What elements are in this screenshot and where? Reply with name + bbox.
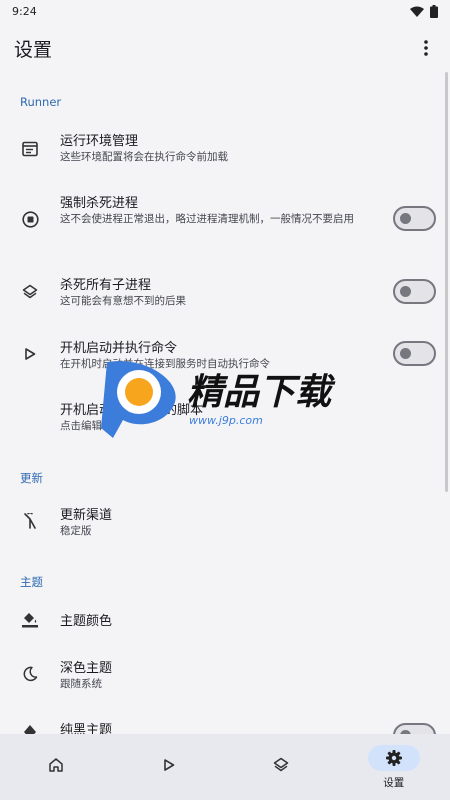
play-icon [163, 759, 175, 771]
battery-icon [430, 4, 438, 18]
setting-title: 强制杀死进程 [60, 196, 139, 211]
force-kill-toggle[interactable] [393, 206, 436, 231]
toggle-knob [400, 348, 411, 359]
setting-kill-children[interactable]: 杀死所有子进程 这可能会有意想不到的后果 [0, 266, 450, 326]
setting-boot-script[interactable]: 开机启动时将执行的脚本 点击编辑 [0, 390, 450, 450]
setting-subtitle: 这些环境配置将会在执行命令前加载 [60, 151, 228, 163]
toggle-knob [400, 286, 411, 297]
stop-circle-icon [20, 209, 40, 229]
page-title: 设置 [14, 38, 53, 61]
setting-update-channel[interactable]: 更新渠道 稳定版 [0, 494, 450, 550]
setting-title: 深色主题 [60, 661, 113, 676]
nav-run[interactable] [113, 734, 226, 800]
section-header-update: 更新 [20, 471, 43, 485]
nav-settings-label: 设置 [383, 776, 405, 789]
section-header-runner: Runner [20, 95, 62, 109]
nav-settings[interactable]: 设置 [338, 734, 450, 800]
layers-icon [20, 282, 40, 302]
setting-title: 更新渠道 [60, 508, 113, 523]
toggle-knob [400, 213, 411, 224]
merge-icon [20, 511, 40, 531]
setting-subtitle: 这不会使进程正常退出，略过进程清理机制，一般情况不要启用 [60, 213, 354, 225]
setting-title: 运行环境管理 [60, 134, 139, 149]
setting-subtitle: 跟随系统 [60, 678, 102, 690]
setting-subtitle: 在开机时启动并在连接到服务时自动执行命令 [60, 358, 270, 370]
bottom-navigation: 设置 [0, 734, 450, 800]
layers-icon [274, 757, 289, 772]
moon-icon [20, 664, 40, 684]
setting-boot-run[interactable]: 开机启动并执行命令 在开机时启动并在连接到服务时自动执行命令 [0, 328, 450, 388]
paint-bucket-icon [20, 609, 40, 629]
setting-title: 纯黑主题 [60, 723, 113, 734]
status-bar: 9:24 [0, 0, 450, 22]
environment-icon [20, 139, 40, 159]
setting-title: 开机启动并执行命令 [60, 341, 178, 356]
more-options-button[interactable] [414, 36, 438, 60]
setting-title: 主题颜色 [60, 614, 113, 629]
setting-subtitle: 这可能会有意想不到的后果 [60, 295, 186, 307]
contrast-icon [20, 722, 40, 734]
app-bar: 设置 [0, 22, 450, 74]
setting-black-theme[interactable]: 纯黑主题 [0, 714, 450, 734]
kill-children-toggle[interactable] [393, 279, 436, 304]
setting-force-kill[interactable]: 强制杀死进程 这不会使进程正常退出，略过进程清理机制，一般情况不要启用 [0, 184, 450, 264]
setting-env-management[interactable]: 运行环境管理 这些环境配置将会在执行命令前加载 [0, 120, 450, 182]
setting-dark-theme[interactable]: 深色主题 跟随系统 [0, 650, 450, 702]
nav-home[interactable] [0, 734, 113, 800]
section-header-theme: 主题 [20, 575, 43, 589]
settings-list: Runner 运行环境管理 这些环境配置将会在执行命令前加载 强制杀死进程 这不… [0, 74, 450, 734]
setting-subtitle: 点击编辑 [60, 420, 102, 432]
setting-title: 杀死所有子进程 [60, 278, 152, 293]
gear-icon [385, 749, 402, 766]
boot-run-toggle[interactable] [393, 341, 436, 366]
setting-title: 开机启动时将执行的脚本 [60, 403, 204, 418]
home-icon [49, 758, 63, 772]
black-theme-toggle[interactable] [393, 723, 436, 734]
status-time: 9:24 [12, 4, 37, 18]
play-icon [20, 344, 40, 364]
setting-subtitle: 稳定版 [60, 525, 92, 537]
more-vert-icon [424, 40, 428, 56]
setting-theme-color[interactable]: 主题颜色 [0, 600, 450, 640]
nav-processes[interactable] [225, 734, 338, 800]
wifi-icon [410, 6, 424, 17]
